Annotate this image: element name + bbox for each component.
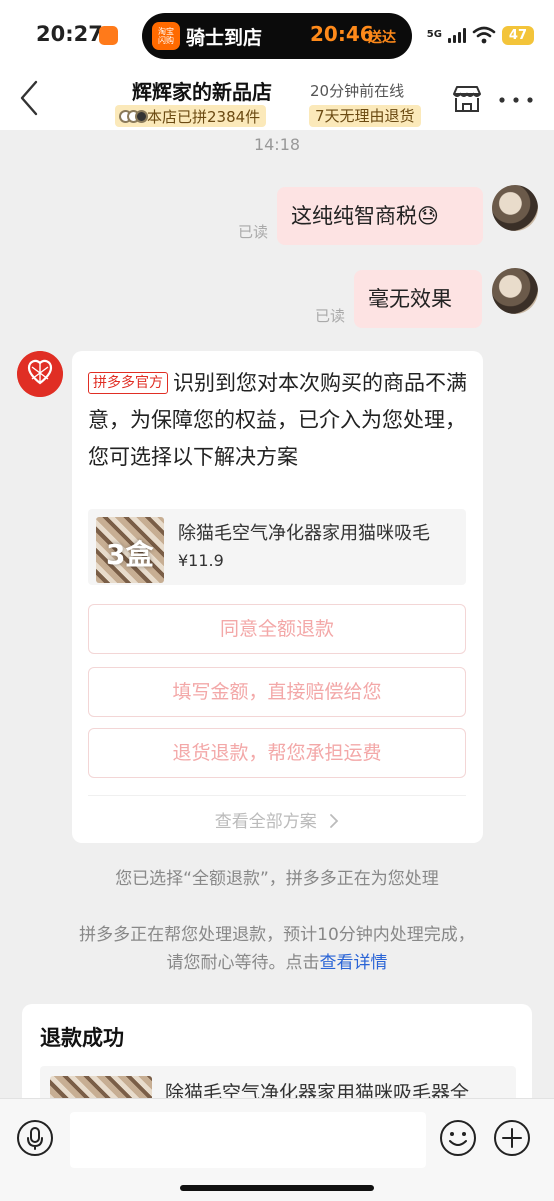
view-all-solutions-link[interactable]: 查看全部方案 (72, 807, 483, 832)
refund-wait-text: 请您耐心等待。点击 (166, 953, 320, 973)
full-refund-button[interactable]: 同意全额退款 (88, 604, 466, 654)
island-eta-time: 20:46 (310, 22, 374, 46)
taobao-shangou-logo-icon: 淘宝 闪购 (152, 22, 180, 50)
logo-line-1: 淘宝 (158, 27, 174, 36)
online-status: 20分钟前在线 (310, 82, 405, 100)
product-price: ¥11.9 (178, 551, 224, 570)
status-time: 20:27 (36, 22, 103, 46)
signal-icon (447, 27, 466, 43)
chat-timestamp: 14:18 (253, 135, 301, 154)
add-more-icon[interactable] (493, 1119, 531, 1157)
view-details-link[interactable]: 查看详情 (320, 953, 388, 973)
official-resolution-card: 拼多多官方 识别到您对本次购买的商品不满意，为保障您的权益，已介入为您处理，您可选… (72, 351, 483, 843)
view-all-label: 查看全部方案 (214, 812, 317, 832)
logo-line-2: 闪购 (158, 36, 174, 45)
dynamic-island-delivery[interactable]: 淘宝 闪购 骑士到店 20:46 送达 (142, 13, 412, 59)
taobao-notification-icon (99, 26, 118, 45)
status-indicators: 5G 47 (427, 22, 534, 48)
refund-success-title: 退款成功 (40, 1026, 124, 1050)
card-divider (88, 795, 466, 796)
store-icon[interactable] (451, 84, 483, 114)
buyer-avatars-icon (119, 109, 148, 123)
system-message-selection: 您已选择“全额退款”，拼多多正在为您处理 (115, 869, 439, 889)
product-thumbnail: 3盒 (96, 517, 164, 583)
outgoing-message[interactable]: 毫无效果 (354, 270, 482, 328)
return-refund-button[interactable]: 退货退款，帮您承担运费 (88, 728, 466, 778)
system-message-refund-line1: 拼多多正在帮您处理退款，预计10分钟内处理完成， (79, 925, 475, 945)
product-title: 除猫毛空气净化器家用猫咪吸毛 (178, 523, 430, 544)
official-badge: 拼多多官方 (88, 372, 168, 394)
emoji-icon[interactable] (439, 1119, 477, 1157)
custom-compensation-button[interactable]: 填写金额，直接赔偿给您 (88, 667, 466, 717)
wifi-icon (472, 26, 496, 44)
status-bar: 20:27 淘宝 闪购 骑士到店 20:46 送达 5G 47 (0, 0, 554, 72)
read-receipt: 已读 (238, 223, 269, 241)
home-indicator (180, 1185, 374, 1191)
thumbnail-label: 3盒 (106, 538, 154, 571)
user-avatar[interactable] (492, 268, 538, 314)
pinduoduo-avatar-icon[interactable] (17, 351, 63, 397)
product-card[interactable]: 3盒 除猫毛空气净化器家用猫咪吸毛 ¥11.9 (88, 509, 466, 585)
shop-name[interactable]: 辉辉家的新品店 (132, 76, 272, 105)
island-title: 骑士到店 (186, 27, 263, 49)
chevron-right-icon (330, 814, 339, 828)
system-message-refund-line2: 请您耐心等待。点击查看详情 (0, 948, 554, 978)
message-input[interactable] (70, 1112, 426, 1168)
return-policy-tag: 7天无理由退货 (309, 105, 421, 127)
back-arrow-icon[interactable] (18, 78, 50, 118)
group-buy-count-text: 本店已拼2384件 (147, 107, 261, 126)
chat-header: 辉辉家的新品店 20分钟前在线 本店已拼2384件 7天无理由退货 (0, 72, 554, 130)
user-avatar[interactable] (492, 185, 538, 231)
outgoing-message[interactable]: 这纯纯智商税😓 (277, 187, 483, 245)
network-type: 5G (426, 29, 442, 40)
island-eta-label: 送达 (368, 30, 396, 46)
pinduoduo-logo-icon (17, 351, 63, 397)
resolution-message: 拼多多官方 识别到您对本次购买的商品不满意，为保障您的权益，已介入为您处理，您可选… (88, 365, 472, 476)
voice-input-icon[interactable] (16, 1119, 54, 1157)
read-receipt: 已读 (315, 307, 346, 325)
battery-indicator: 47 (501, 25, 534, 45)
more-options-icon[interactable] (498, 96, 534, 104)
group-buy-count-tag: 本店已拼2384件 (115, 105, 267, 127)
